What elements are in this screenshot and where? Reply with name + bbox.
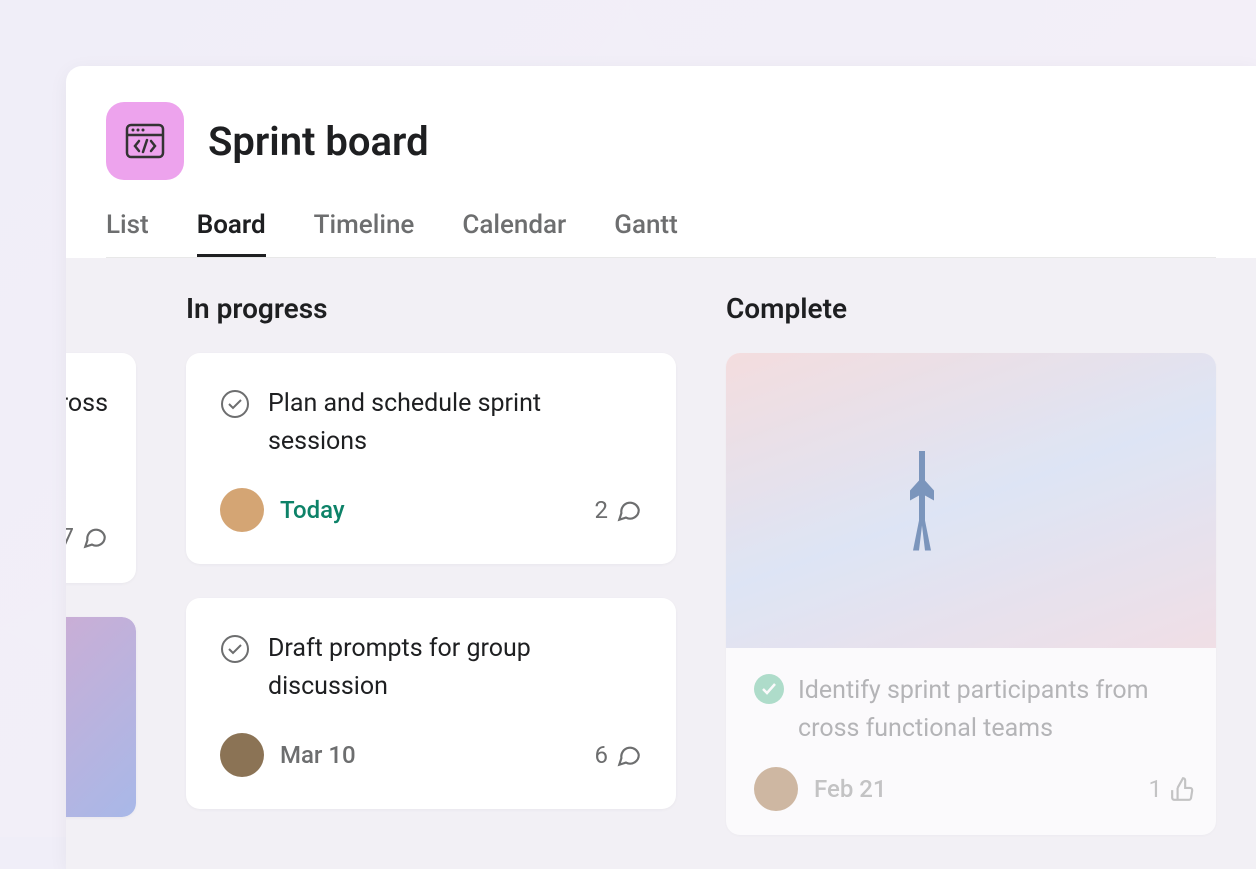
comment-icon <box>616 497 642 523</box>
task-card[interactable]: Draft prompts for group discussion Mar 1… <box>186 598 676 809</box>
check-circle-icon[interactable] <box>220 389 250 423</box>
task-title: Draft prompts for group discussion <box>268 630 642 705</box>
task-card[interactable] <box>66 617 136 817</box>
like-count[interactable]: 1 <box>1149 775 1197 803</box>
due-date: Mar 10 <box>280 741 356 769</box>
tab-board[interactable]: Board <box>197 210 266 257</box>
board-column-complete: Complete Identify sprint participants fr… <box>726 292 1216 869</box>
comment-count[interactable]: 2 <box>595 496 643 524</box>
title-row: Sprint board <box>106 102 1216 180</box>
task-title: k from cross <box>66 385 108 423</box>
column-header[interactable]: In progress <box>186 292 676 325</box>
comment-count[interactable]: 6 <box>595 741 643 769</box>
thumbs-up-icon <box>1170 776 1196 802</box>
task-card[interactable]: Plan and schedule sprint sessions Today … <box>186 353 676 564</box>
tab-timeline[interactable]: Timeline <box>314 210 415 257</box>
tab-list[interactable]: List <box>106 210 149 257</box>
board-columns: k from cross 1 7 <box>66 292 1256 869</box>
project-icon[interactable] <box>106 102 184 180</box>
board-column-prior: k from cross 1 7 <box>66 292 136 869</box>
card-cover-image <box>726 353 1216 648</box>
code-browser-icon <box>125 123 165 159</box>
app-window: Sprint board List Board Timeline Calenda… <box>66 66 1256 869</box>
comment-icon <box>82 524 108 550</box>
task-title: Plan and schedule sprint sessions <box>268 385 642 460</box>
tab-calendar[interactable]: Calendar <box>462 210 566 257</box>
task-card[interactable]: Identify sprint participants from cross … <box>726 353 1216 835</box>
column-header <box>66 292 136 325</box>
task-title: Identify sprint participants from cross … <box>798 672 1216 747</box>
comment-icon <box>616 742 642 768</box>
assignee-avatar[interactable] <box>754 767 798 811</box>
check-done-icon[interactable] <box>754 674 784 704</box>
comment-count[interactable]: 7 <box>66 523 108 551</box>
board-area[interactable]: k from cross 1 7 <box>66 258 1256 869</box>
due-date: Feb 21 <box>814 775 887 803</box>
view-tabs: List Board Timeline Calendar Gantt <box>106 210 1216 258</box>
check-circle-icon[interactable] <box>220 634 250 668</box>
column-header[interactable]: Complete <box>726 292 1216 325</box>
task-card[interactable]: k from cross 1 7 <box>66 353 136 583</box>
tab-gantt[interactable]: Gantt <box>614 210 678 257</box>
board-column-in-progress: In progress Plan and schedule sprint ses… <box>186 292 676 869</box>
due-date: Today <box>280 496 345 524</box>
project-header: Sprint board List Board Timeline Calenda… <box>66 66 1256 258</box>
assignee-avatar[interactable] <box>220 733 264 777</box>
assignee-avatar[interactable] <box>220 488 264 532</box>
project-title: Sprint board <box>208 118 429 165</box>
card-thumbnail <box>66 617 136 817</box>
